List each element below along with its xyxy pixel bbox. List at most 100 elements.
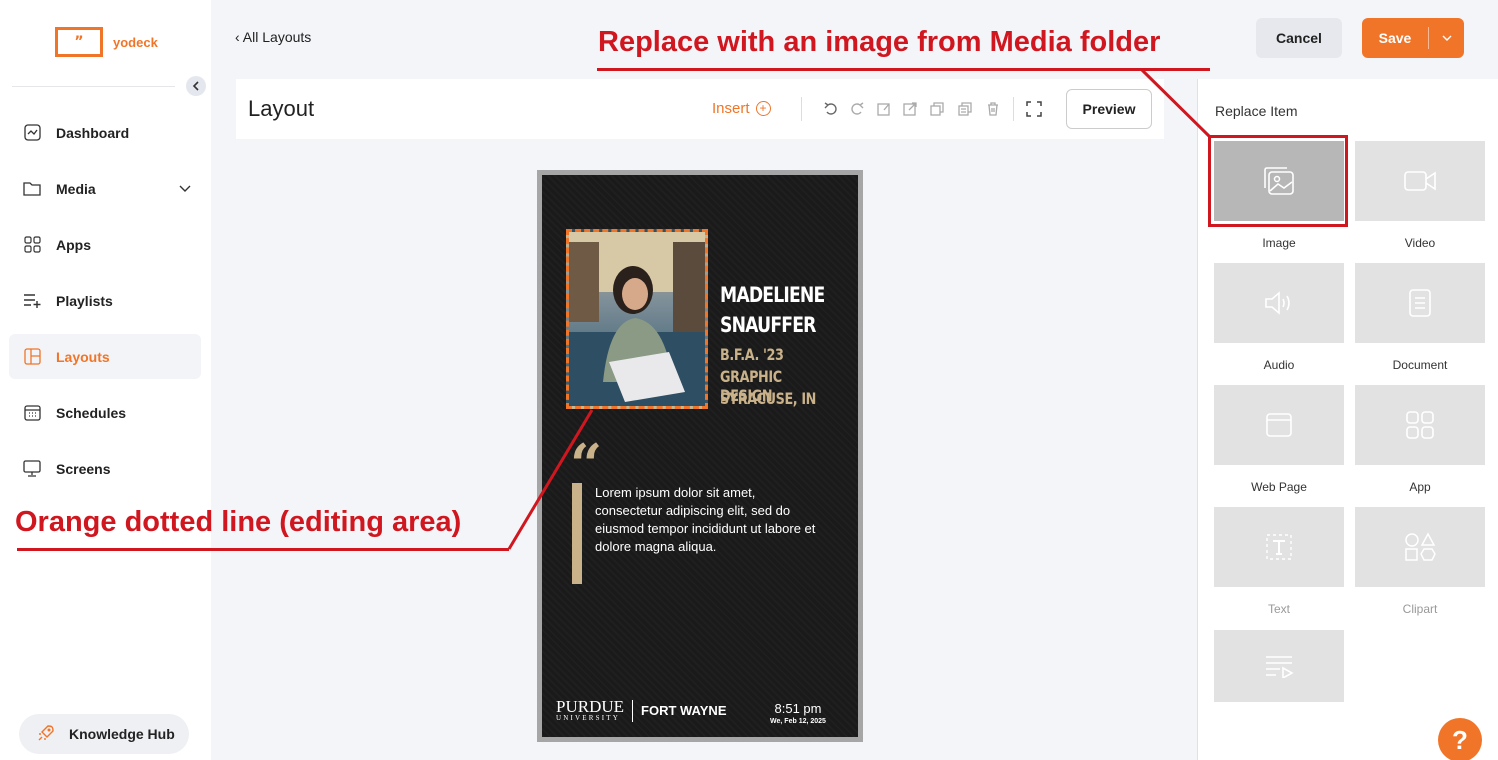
app-icon [1406,411,1434,439]
sidebar-divider [12,86,175,87]
yodeck-logo[interactable]: ” yodeck [55,27,158,57]
toolbar-divider [1013,97,1014,121]
student-first-name[interactable]: MADELIENE [720,283,825,307]
replace-video-tile[interactable] [1355,141,1485,221]
chevron-left-icon [192,81,199,91]
replace-audio-tile[interactable] [1214,263,1344,343]
annotation-highlight-box [1208,135,1348,227]
clock-date: We, Feb 12, 2025 [770,718,826,725]
layout-canvas[interactable]: MADELIENE SNAUFFER B.F.A. '23 GRAPHIC DE… [542,175,858,737]
replace-clipart-tile[interactable] [1355,507,1485,587]
sidebar-item-playlists[interactable]: Playlists [9,278,201,323]
brand-divider [632,699,634,722]
sidebar-item-label: Layouts [56,348,110,365]
tile-label-image: Image [1262,236,1296,250]
layout-toolbar: Layout Insert + Preview [236,79,1164,139]
sidebar-item-label: Media [56,180,96,197]
save-options-dropdown[interactable] [1429,33,1464,44]
save-label: Save [1378,30,1412,46]
replace-text-tile[interactable] [1214,507,1344,587]
rocket-icon [37,724,55,745]
hometown-text[interactable]: SYRACUSE, IN [720,389,816,408]
campus-wordmark: FORT WAYNE [641,703,727,718]
back-link-label: All Layouts [242,29,312,45]
sidebar-item-label: Screens [56,460,111,477]
toolbar-divider [801,97,802,121]
cancel-button[interactable]: Cancel [1256,18,1342,58]
purdue-fort-wayne-logo[interactable]: PURDUE UNIVERSITY FORT WAYNE [556,698,727,722]
document-icon [1409,289,1431,317]
plus-circle-icon: + [755,101,771,116]
sidebar-item-label: Schedules [56,404,127,421]
fullscreen-icon[interactable] [1026,101,1042,117]
quote-text[interactable]: Lorem ipsum dolor sit amet, consectetur … [595,484,825,556]
student-photo[interactable] [566,229,708,409]
knowledge-hub-label: Knowledge Hub [69,726,175,742]
video-icon [1404,171,1436,191]
send-backward-icon[interactable] [876,101,892,117]
tile-label-clipart: Clipart [1402,602,1438,616]
apps-grid-icon [23,236,41,254]
text-icon [1266,534,1292,560]
calendar-icon [23,404,41,422]
playlist-media-icon [1266,656,1294,678]
collapse-sidebar-button[interactable] [186,76,206,96]
annotation-replace-image: Replace with an image from Media folder [598,26,1161,58]
bring-forward-icon[interactable] [902,101,918,117]
annotation-underline-top [597,68,1210,71]
knowledge-hub-button[interactable]: Knowledge Hub [19,714,189,754]
sidebar-item-dashboard[interactable]: Dashboard [9,110,201,155]
undo-icon[interactable] [823,101,839,117]
annotation-underline-left [17,548,509,551]
chevron-down-icon[interactable] [179,180,191,196]
quote-bar [572,483,582,584]
insert-label: Insert [712,100,750,117]
chevron-down-icon [1442,35,1451,41]
monitor-icon [23,460,41,478]
copy-icon[interactable] [957,101,973,117]
clock-time: 8:51 pm [774,701,822,716]
replace-app-tile[interactable] [1355,385,1485,465]
webpage-icon [1266,413,1292,437]
sidebar-item-label: Apps [56,236,91,253]
sidebar-item-layouts[interactable]: Layouts [9,334,201,379]
sidebar-item-screens[interactable]: Screens [9,446,201,491]
insert-button[interactable]: Insert + [712,100,771,117]
tile-label-app: App [1409,480,1431,494]
sidebar-item-media[interactable]: Media [9,166,201,211]
playlist-icon [23,292,41,310]
sidebar-item-label: Dashboard [56,124,130,141]
clipart-icon [1405,532,1436,561]
sidebar-item-schedules[interactable]: Schedules [9,390,201,435]
student-last-name[interactable]: SNAUFFER [720,313,816,337]
preview-button[interactable]: Preview [1066,89,1152,129]
logo-text: yodeck [113,34,158,50]
duplicate-icon[interactable] [929,101,945,117]
tile-label-document: Document [1392,358,1448,372]
save-button[interactable]: Save [1362,18,1464,58]
folder-icon [23,180,41,198]
chevron-left-icon: ‹ [235,29,240,45]
help-button[interactable]: ? [1438,718,1482,760]
student-photo-image [569,232,705,406]
clock-widget[interactable]: 8:51 pm We, Feb 12, 2025 [768,701,828,725]
page-title: Layout [248,96,315,121]
replace-webpage-tile[interactable] [1214,385,1344,465]
sidebar-item-apps[interactable]: Apps [9,222,201,267]
dashboard-icon [23,124,41,142]
sidebar: ” yodeck Dashboard Media Apps Playlists … [0,0,211,760]
audio-icon [1265,291,1290,315]
back-link[interactable]: ‹ All Layouts [235,29,311,45]
replace-playlist-tile[interactable] [1214,630,1344,702]
tile-label-video: Video [1404,236,1436,250]
tile-label-text: Text [1267,602,1290,616]
sidebar-item-label: Playlists [56,292,113,309]
tile-label-audio: Audio [1263,358,1295,372]
sidebar-nav: Dashboard Media Apps Playlists Layouts S… [9,110,201,502]
degree-text[interactable]: B.F.A. '23 [720,345,784,364]
layouts-icon [23,348,41,366]
redo-icon[interactable] [849,101,865,117]
annotation-editing-area: Orange dotted line (editing area) [15,506,462,538]
trash-icon[interactable] [985,101,1001,117]
replace-document-tile[interactable] [1355,263,1485,343]
